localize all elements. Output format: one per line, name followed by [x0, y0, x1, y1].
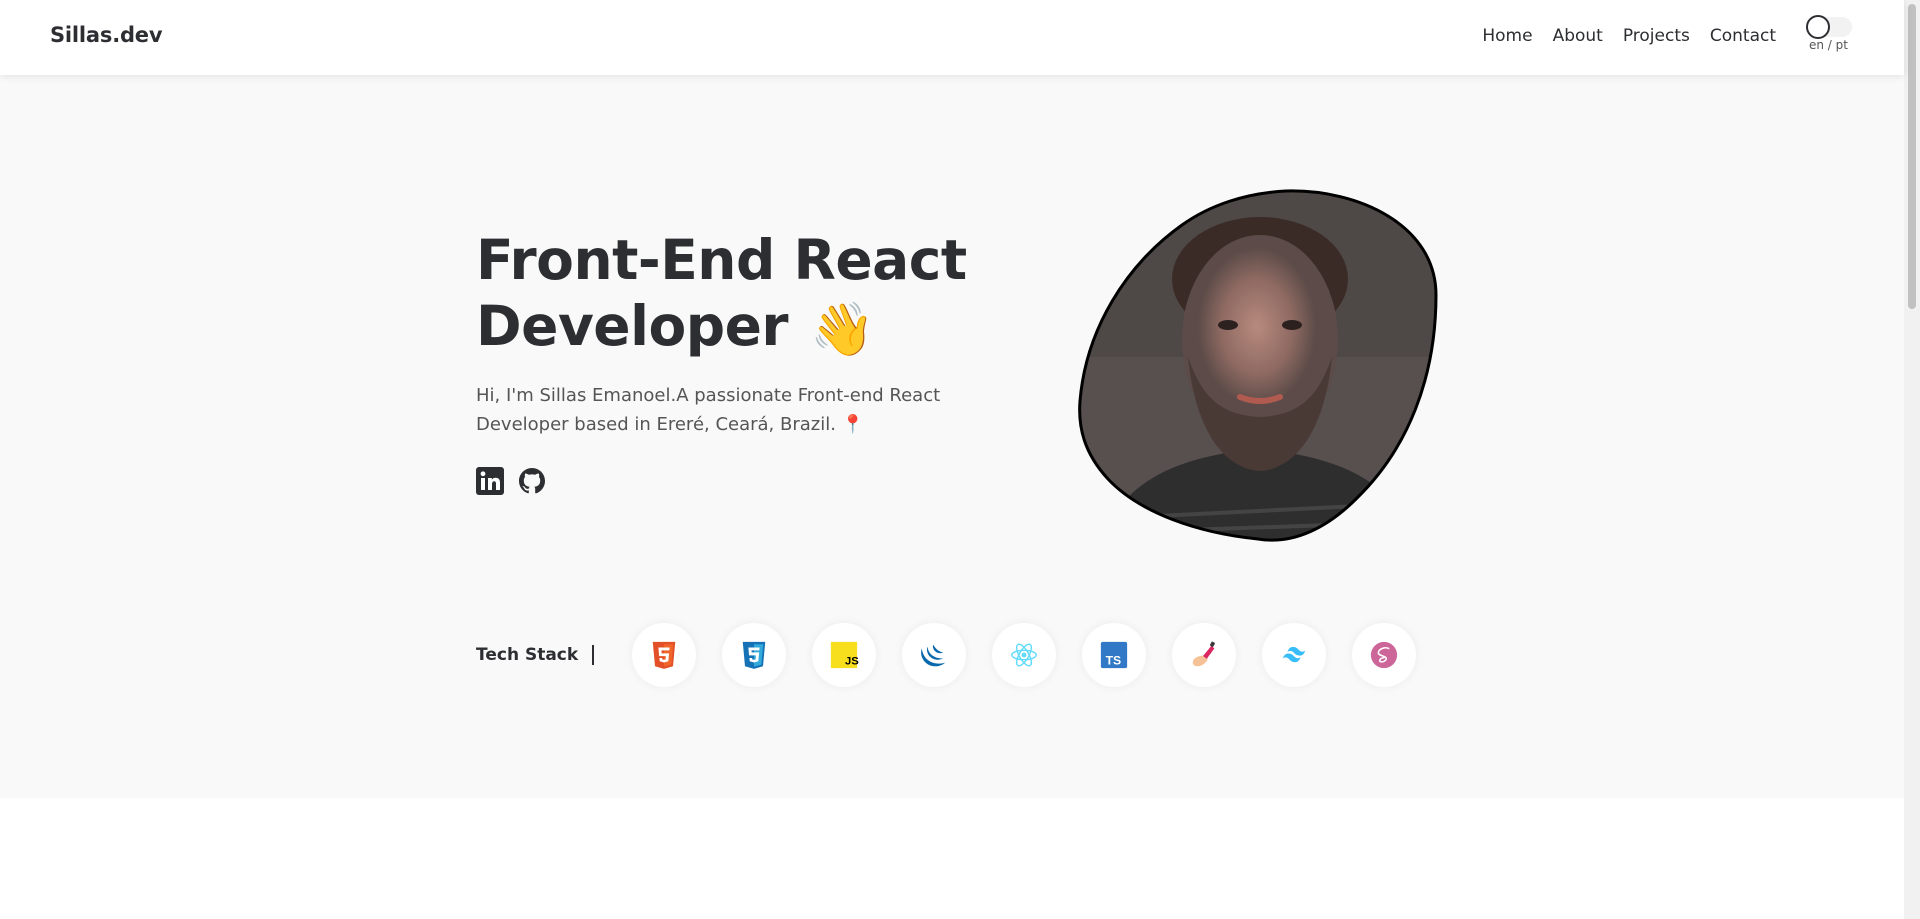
tech-badge-typescript: TS [1082, 623, 1147, 687]
nav-contact-link[interactable]: Contact [1710, 26, 1776, 46]
tech-stack: Tech Stack JS TS [476, 623, 1417, 687]
tech-badge-styled-components [1172, 623, 1237, 687]
waving-hand-icon: 👋 [810, 299, 875, 360]
profile-photo-blob [1078, 189, 1438, 542]
page-scrollbar[interactable] [1904, 0, 1920, 919]
location-pin-icon: 📍 [841, 414, 865, 435]
tech-badge-sass [1352, 623, 1417, 687]
tailwind-icon [1282, 646, 1306, 663]
language-toggle[interactable]: en / pt [1806, 15, 1854, 55]
main-nav: Home About Projects Contact [1482, 26, 1776, 46]
html5-icon [652, 641, 676, 669]
jquery-icon [921, 644, 946, 667]
hero-title-line2: Developer [476, 294, 789, 358]
svg-text:JS: JS [845, 655, 859, 667]
hero-section: Front-End React Developer 👋 Hi, I'm Silla… [0, 75, 1904, 798]
github-icon[interactable] [518, 467, 546, 495]
site-logo[interactable]: Sillas.dev [50, 23, 163, 47]
tech-stack-label: Tech Stack [476, 645, 595, 665]
nav-home-link[interactable]: Home [1482, 26, 1532, 46]
hero-description-text: Hi, I'm Sillas Emanoel.A passionate Fron… [476, 385, 941, 435]
css3-icon [742, 641, 766, 669]
svg-text:TS: TS [1106, 653, 1122, 667]
tech-badge-javascript: JS [812, 623, 877, 687]
hero-description: Hi, I'm Sillas Emanoel.A passionate Fron… [476, 381, 946, 439]
profile-photo [1078, 187, 1438, 547]
typescript-icon: TS [1101, 641, 1128, 669]
styled-components-icon [1192, 641, 1216, 667]
tech-badge-html5 [632, 623, 697, 687]
social-links [476, 467, 546, 495]
nav-projects-link[interactable]: Projects [1623, 26, 1690, 46]
tech-badge-jquery [902, 623, 967, 687]
tech-stack-icons: JS TS [632, 623, 1417, 687]
linkedin-icon[interactable] [476, 467, 504, 495]
scrollbar-thumb[interactable] [1908, 4, 1916, 309]
site-header: Sillas.dev Home About Projects Contact e… [0, 0, 1904, 75]
sass-icon [1371, 641, 1398, 669]
tech-badge-react [992, 623, 1057, 687]
nav-about-link[interactable]: About [1553, 26, 1603, 46]
hero-title: Front-End React Developer 👋 [476, 227, 996, 363]
javascript-icon: JS [831, 641, 859, 669]
hero-title-line1: Front-End React [476, 228, 967, 292]
tech-badge-css3 [722, 623, 787, 687]
language-toggle-label: en / pt [1809, 38, 1848, 52]
toggle-knob [1806, 15, 1830, 39]
tech-badge-tailwind [1262, 623, 1327, 687]
react-icon [1011, 643, 1038, 667]
